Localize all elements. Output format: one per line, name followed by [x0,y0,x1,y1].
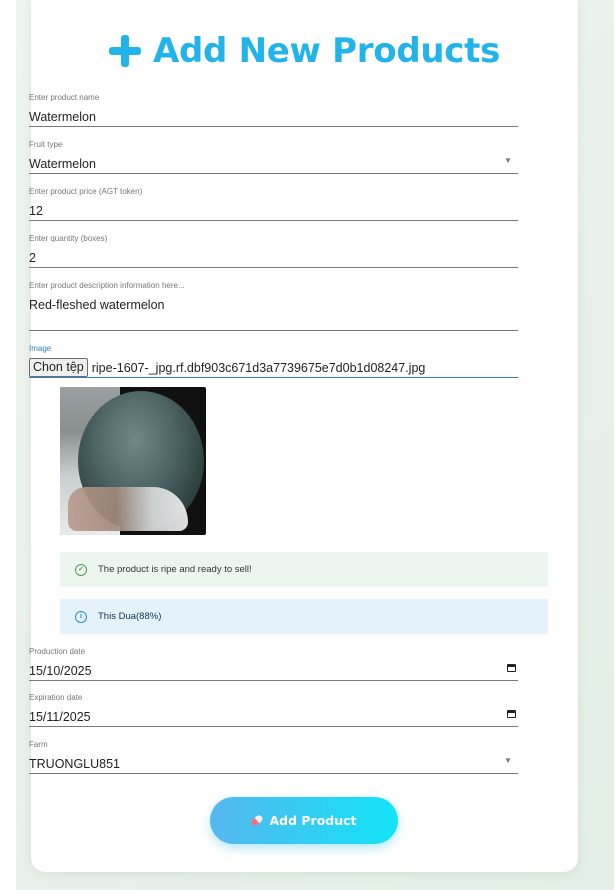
fruit-type-label: Fruit type [29,140,63,149]
product-name-field[interactable]: Enter product name Watermelon [29,92,518,127]
production-date-input[interactable]: 15/10/2025 [29,664,518,678]
production-date-label: Production date [29,647,86,656]
product-name-input[interactable]: Watermelon [29,110,518,124]
image-preview [60,387,206,535]
check-circle-icon: ✓ [75,563,87,576]
expiration-date-field[interactable]: Expiration date 15/11/2025 [29,692,518,727]
file-name: ripe-1607-_jpg.rf.dbf903c671d3a7739675e7… [91,360,426,375]
ripeness-alert-text: The product is ripe and ready to sell! [98,564,252,575]
plus-icon [108,35,141,67]
image-underline [29,377,518,378]
ripeness-alert: ✓ The product is ripe and ready to sell! [60,552,548,587]
description-field[interactable]: Enter product description information he… [29,280,518,331]
fruit-type-select[interactable]: Fruit type Watermelon ▼ [29,139,518,174]
price-field[interactable]: Enter product price (AGT token) 12 [29,186,518,221]
info-circle-icon: i [75,610,87,623]
price-label: Enter product price (AGT token) [29,187,143,196]
add-product-button[interactable]: Add Product [210,797,398,844]
add-product-button-label: Add Product [269,813,357,828]
prediction-alert-text: This Dua(88%) [98,611,162,622]
caret-down-icon[interactable]: ▼ [504,156,512,165]
choose-file-button[interactable]: Chon tệp [29,358,88,377]
prediction-alert: i This Dua(88%) [60,599,548,634]
calendar-icon[interactable] [507,710,516,718]
production-date-underline [29,680,518,681]
quantity-input[interactable]: 2 [29,251,518,265]
farm-underline [29,773,518,774]
page-margin [0,0,16,890]
image-field: Image Chon tệp ripe-1607-_jpg.rf.dbf903c… [29,343,518,378]
expiration-date-input[interactable]: 15/11/2025 [29,710,518,724]
image-label: Image [29,344,52,353]
product-name-label: Enter product name [29,93,100,102]
quantity-underline [29,267,518,268]
quantity-field[interactable]: Enter quantity (boxes) 2 [29,233,518,268]
page-title: Add New Products [31,28,578,74]
expiration-date-underline [29,726,518,727]
farm-value[interactable]: TRUONGLU851 [29,757,518,771]
description-underline [29,330,518,331]
product-name-underline [29,126,518,127]
quantity-label: Enter quantity (boxes) [29,234,108,243]
fruit-type-underline [29,173,518,174]
farm-select[interactable]: Farm TRUONGLU851 ▼ [29,739,518,774]
price-underline [29,220,518,221]
file-input[interactable]: Chon tệp ripe-1607-_jpg.rf.dbf903c671d3a… [29,358,518,377]
fruit-type-value[interactable]: Watermelon [29,157,518,171]
price-input[interactable]: 12 [29,204,518,218]
description-textarea[interactable]: Red-fleshed watermelon [29,298,518,312]
calendar-icon[interactable] [507,664,516,672]
farm-label: Farm [29,740,48,749]
page-title-text: Add New Products [152,31,501,71]
description-label: Enter product description information he… [29,281,185,290]
expiration-date-label: Expiration date [29,693,83,702]
production-date-field[interactable]: Production date 15/10/2025 [29,646,518,681]
caret-down-icon[interactable]: ▼ [504,756,512,765]
pill-icon [250,813,265,828]
